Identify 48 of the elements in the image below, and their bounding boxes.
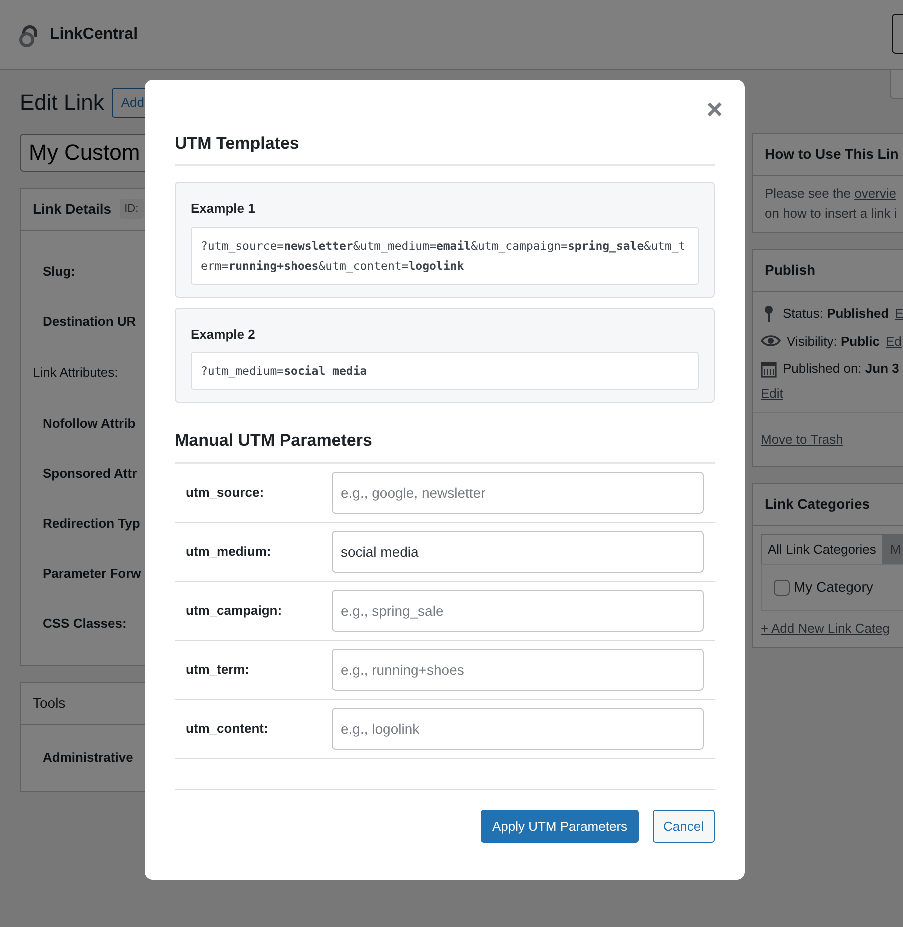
edit-link[interactable]: E	[895, 304, 903, 324]
section-heading: Manual UTM Parameters	[175, 413, 715, 464]
field-label: utm_source:	[186, 484, 266, 502]
field-label: Nofollow Attrib	[43, 414, 136, 433]
field-label: utm_term:	[186, 661, 251, 680]
move-to-trash-link[interactable]: Move to Trash	[761, 432, 844, 446]
cancel-button[interactable]: Cancel	[652, 810, 715, 844]
status-text: Visibility: Public	[787, 332, 880, 351]
text-field[interactable]: e.g., running+shoes	[332, 648, 704, 691]
add-category-link[interactable]: + Add New Link Categ	[761, 619, 890, 638]
field-label: Parameter Forw	[43, 564, 142, 583]
field-label: utm_medium:	[186, 543, 272, 562]
status-text: Published on: Jun 3	[783, 360, 900, 378]
field-label: Slug:	[43, 262, 76, 281]
panel-title: How to Use This Lin	[753, 134, 903, 176]
section-label: Link Attributes:	[33, 364, 118, 382]
text-field[interactable]: e.g., google, newsletter	[332, 472, 704, 514]
status-text: Status: Published	[783, 305, 890, 323]
apply-button[interactable]: Apply UTM Parameters	[481, 810, 639, 844]
logo-text: LinkCentral	[50, 24, 138, 44]
category-tab[interactable]: All Link Categories	[761, 534, 884, 564]
edit-link[interactable]: Edit	[761, 386, 784, 400]
panel-title: Link Categories	[753, 484, 903, 526]
example-title: Example 1	[191, 200, 256, 218]
field-label: CSS Classes:	[43, 614, 127, 633]
eye-icon	[761, 333, 781, 350]
panel-title: Link Details	[33, 200, 112, 218]
overview-link[interactable]: overvie	[854, 186, 897, 201]
id-label: ID:	[120, 198, 144, 220]
panel-title: Publish	[753, 250, 903, 292]
field-label: Redirection Typ	[43, 514, 140, 533]
edit-link[interactable]: Ed	[886, 332, 902, 351]
field-label: Sponsored Attr	[43, 464, 138, 483]
category-tab[interactable]: M	[883, 534, 903, 564]
checkbox-label: My Category	[794, 578, 874, 597]
example-code: ?utm_medium=social media	[191, 352, 699, 390]
page-title: Edit Link	[20, 90, 104, 116]
field-label: Destination UR	[43, 312, 136, 331]
text-field[interactable]: e.g., spring_sale	[332, 590, 704, 632]
calendar-icon	[761, 360, 777, 378]
field-label: Administrative	[43, 748, 134, 767]
example-title: Example 2	[191, 326, 256, 344]
checkbox[interactable]	[774, 580, 790, 596]
example-code: ?utm_source=newsletter&utm_medium=email&utm_campaign=spring_sale&utm_term=running+shoes&utm_content=logolink	[191, 226, 699, 285]
field-label: utm_campaign:	[186, 602, 284, 620]
help-text: Please see the overvie on how to insert a link i	[764, 185, 898, 223]
text-field[interactable]: e.g., logolink	[332, 708, 704, 750]
text-field[interactable]: social media	[332, 530, 704, 573]
